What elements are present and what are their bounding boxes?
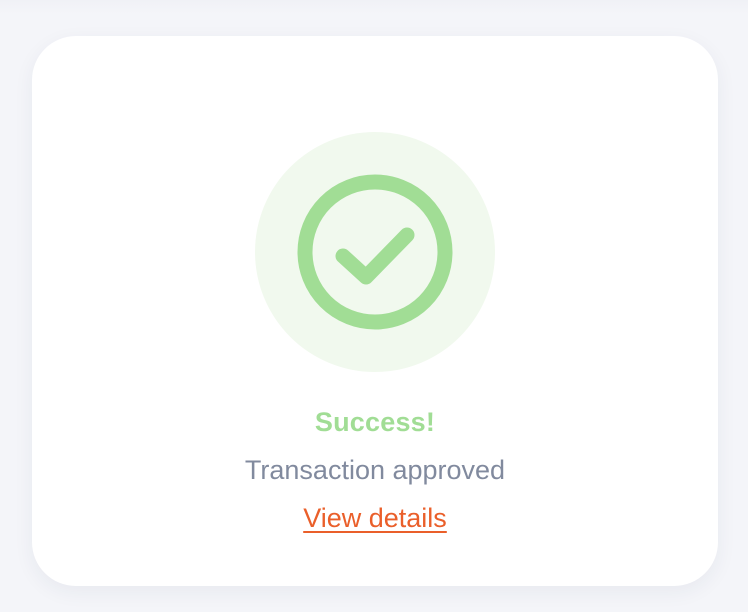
success-icon-halo bbox=[255, 132, 495, 372]
top-edge-shadow bbox=[0, 0, 748, 14]
success-card: Success! Transaction approved View detai… bbox=[32, 36, 718, 586]
success-title: Success! bbox=[314, 407, 436, 437]
view-details-container: View details bbox=[32, 500, 718, 536]
view-details-link[interactable]: View details bbox=[303, 503, 447, 533]
check-circle-icon bbox=[297, 174, 453, 330]
transaction-message: Transaction approved bbox=[244, 455, 506, 485]
